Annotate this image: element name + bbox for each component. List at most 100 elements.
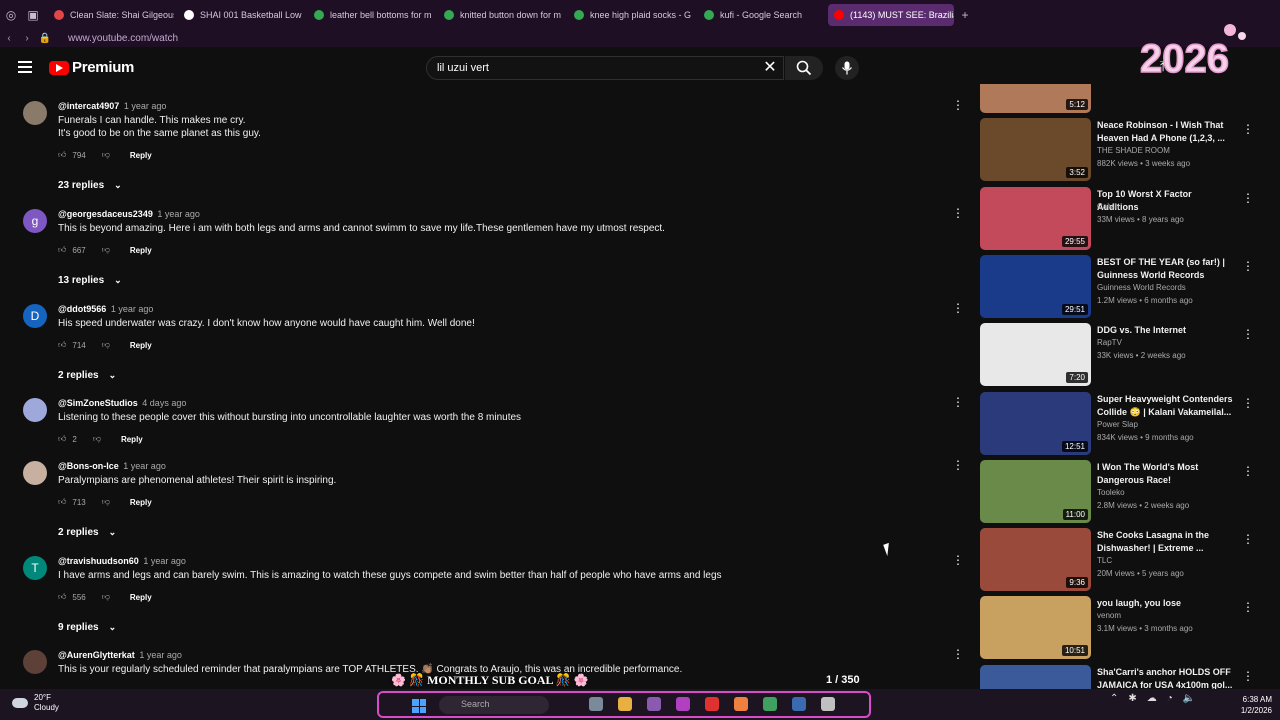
video-title[interactable]: Sha'Carri's anchor HOLDS OFF JAMAICA for… <box>1097 666 1235 689</box>
recommended-video[interactable]: 3:52 Neace Robinson - I Wish That Heaven … <box>980 118 1260 182</box>
comment-author[interactable]: @AurenGlytterkat <box>58 650 135 660</box>
comment-author[interactable]: @georgesdaceus2349 <box>58 209 153 219</box>
video-title[interactable]: Neace Robinson - I Wish That Heaven Had … <box>1097 119 1235 145</box>
recommended-video[interactable]: 11:00 I Won The World's Most Dangerous Ra… <box>980 459 1260 524</box>
hamburger-menu-icon[interactable] <box>18 61 32 73</box>
search-button[interactable] <box>785 56 823 80</box>
dislike-icon[interactable]: 👎︎ <box>102 592 110 602</box>
avatar[interactable]: T <box>23 556 47 580</box>
recommended-video[interactable]: 9:36 She Cooks Lasagna in the Dishwasher!… <box>980 528 1260 592</box>
comment-time[interactable]: 1 year ago <box>157 209 200 219</box>
video-more-icon[interactable]: ⋮ <box>1242 122 1254 136</box>
browser-tab[interactable]: knitted button down for m <box>438 4 564 26</box>
avatar[interactable]: g <box>23 209 47 233</box>
comment-time[interactable]: 1 year ago <box>139 650 182 660</box>
discord-icon[interactable] <box>676 697 690 711</box>
comment-author[interactable]: @ddot9566 <box>58 304 106 314</box>
video-title[interactable]: I Won The World's Most Dangerous Race! <box>1097 461 1235 487</box>
like-icon[interactable]: 👍︎ <box>58 497 66 507</box>
avatar[interactable] <box>23 650 47 674</box>
comment-author[interactable]: @travishuudson60 <box>58 556 139 566</box>
avatar[interactable]: D <box>23 304 47 328</box>
url-field[interactable]: www.youtube.com/watch <box>68 33 178 44</box>
video-more-icon[interactable]: ⋮ <box>1242 327 1254 341</box>
recommended-video[interactable]: 12:51 Super Heavyweight Contenders Collid… <box>980 391 1260 456</box>
like-icon[interactable]: 👍︎ <box>58 592 66 602</box>
folder-icon[interactable] <box>618 697 632 711</box>
comment-more-icon[interactable]: ⋮ <box>952 302 964 314</box>
windows-start-icon[interactable] <box>412 699 426 713</box>
video-channel[interactable]: venom <box>1097 611 1121 620</box>
comment-more-icon[interactable]: ⋮ <box>952 99 964 111</box>
video-title[interactable]: Super Heavyweight Contenders Collide 😳 |… <box>1097 393 1235 419</box>
like-icon[interactable]: 👍︎ <box>58 245 66 255</box>
video-thumbnail[interactable]: 29:55 <box>980 186 1091 250</box>
video-channel[interactable]: Power Slap <box>1097 420 1138 429</box>
like-icon[interactable]: 👍︎ <box>58 434 66 444</box>
comment-time[interactable]: 1 year ago <box>124 101 167 111</box>
video-more-icon[interactable]: ⋮ <box>1242 464 1254 478</box>
video-thumbnail[interactable]: 3:52 <box>980 118 1091 182</box>
video-thumbnail[interactable]: 9:36 <box>980 528 1091 592</box>
video-channel[interactable]: Guinness World Records <box>1097 283 1186 292</box>
youtube-app-icon[interactable] <box>705 697 719 711</box>
dislike-icon[interactable]: 👎︎ <box>102 340 110 350</box>
video-more-icon[interactable]: ⋮ <box>1242 191 1254 205</box>
video-thumbnail[interactable]: 12:51 <box>980 391 1091 455</box>
browser-tab[interactable]: (1143) MUST SEE: Brazilian <box>828 3 954 26</box>
new-tab-button[interactable]: + <box>954 4 976 26</box>
like-icon[interactable]: 👍︎ <box>58 340 66 350</box>
browser-tab[interactable]: Clean Slate: Shai Gilgeous <box>48 4 174 26</box>
comment-author[interactable]: @Bons-on-Ice <box>58 461 119 471</box>
view-replies-button[interactable]: 2 replies ⌄ <box>58 527 116 538</box>
video-channel[interactable]: TLC <box>1097 556 1112 565</box>
video-more-icon[interactable]: ⋮ <box>1242 600 1254 614</box>
comment-author[interactable]: @SimZoneStudios <box>58 398 138 408</box>
video-thumbnail[interactable]: 10:51 <box>980 596 1091 660</box>
video-more-icon[interactable]: ⋮ <box>1242 532 1254 546</box>
reply-button[interactable]: Reply <box>121 435 143 444</box>
network-icon[interactable]: ◔ <box>1167 693 1173 704</box>
avatar[interactable] <box>23 398 47 422</box>
app-icon[interactable] <box>734 697 748 711</box>
video-channel[interactable]: Calvin <box>1097 202 1119 211</box>
video-more-icon[interactable]: ⋮ <box>1242 669 1254 683</box>
back-icon[interactable]: ‹ <box>0 33 18 44</box>
view-replies-button[interactable]: 23 replies ⌄ <box>58 180 122 191</box>
comment-more-icon[interactable]: ⋮ <box>952 396 964 408</box>
avatar[interactable] <box>23 101 47 125</box>
video-title[interactable]: BEST OF THE YEAR (so far!) | Guinness Wo… <box>1097 256 1235 282</box>
recommended-video[interactable]: 10:51 you laugh, you lose venom 3.1M views … <box>980 596 1260 660</box>
search-input[interactable]: lil uzui vert <box>426 56 784 80</box>
app-icon[interactable] <box>821 697 835 711</box>
steam-icon[interactable] <box>792 697 806 711</box>
recommended-video[interactable]: Sha'Carri's anchor HOLDS OFF JAMAICA for… <box>980 664 1260 689</box>
video-channel[interactable]: RapTV <box>1097 338 1122 347</box>
browser-tab[interactable]: kufi - Google Search <box>698 4 824 26</box>
voice-search-button[interactable] <box>835 56 859 80</box>
comment-author[interactable]: @intercat4907 <box>58 101 119 111</box>
browser-tab[interactable]: knee high plaid socks - G <box>568 4 694 26</box>
weather-widget[interactable]: 20°F Cloudy <box>12 693 59 713</box>
dislike-icon[interactable]: 👎︎ <box>93 434 101 444</box>
app-icon[interactable] <box>589 697 603 711</box>
comment-time[interactable]: 1 year ago <box>123 461 166 471</box>
video-channel[interactable]: Tooleko <box>1097 488 1125 497</box>
app-icon[interactable] <box>647 697 661 711</box>
chevron-up-icon[interactable]: ⌃ <box>1110 693 1118 704</box>
recommended-video[interactable]: 5:121.2M views • 10 months ago⋮ <box>980 84 1260 114</box>
browser-tab[interactable]: SHAI 001 Basketball Low <box>178 4 304 26</box>
video-thumbnail[interactable]: 5:12 <box>980 84 1091 113</box>
dislike-icon[interactable]: 👎︎ <box>102 245 110 255</box>
view-replies-button[interactable]: 13 replies ⌄ <box>58 275 122 286</box>
video-title[interactable]: She Cooks Lasagna in the Dishwasher! | E… <box>1097 529 1235 555</box>
video-thumbnail[interactable]: 7:20 <box>980 323 1091 387</box>
video-more-icon[interactable]: ⋮ <box>1242 396 1254 410</box>
reply-button[interactable]: Reply <box>130 341 152 350</box>
browser-menu-icon[interactable]: ◎ <box>0 4 22 26</box>
reply-button[interactable]: Reply <box>130 498 152 507</box>
comment-more-icon[interactable]: ⋮ <box>952 554 964 566</box>
comment-more-icon[interactable]: ⋮ <box>952 207 964 219</box>
comment-time[interactable]: 1 year ago <box>143 556 186 566</box>
tab-overview-icon[interactable]: ▣ <box>22 4 44 26</box>
